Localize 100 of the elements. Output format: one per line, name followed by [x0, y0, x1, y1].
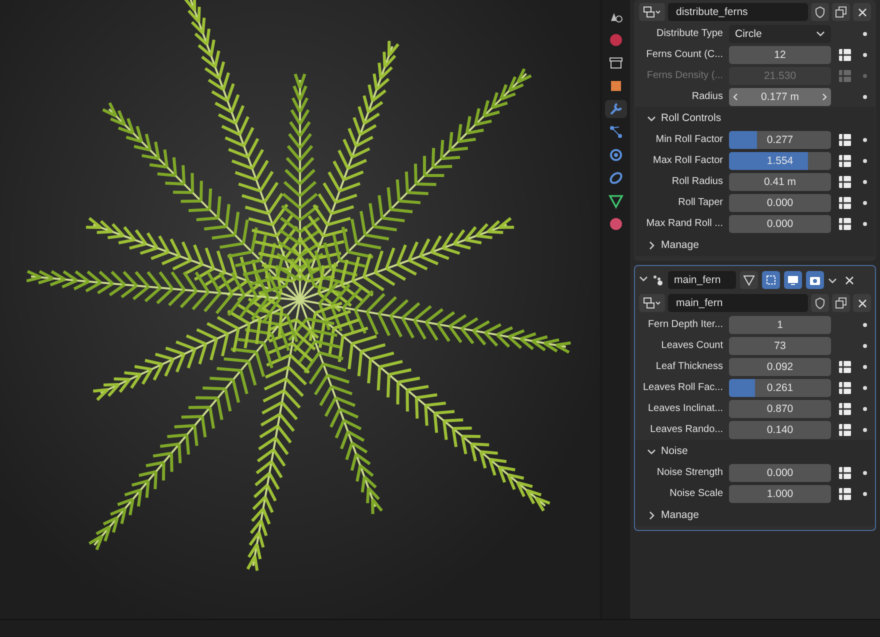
animate-dot-icon[interactable]: [863, 180, 867, 184]
animate-dot-icon[interactable]: [863, 364, 867, 368]
property-label: Noise Strength: [656, 467, 723, 478]
keyframe-grid-icon[interactable]: [838, 360, 852, 374]
property-label: Leaves Roll Fac...: [642, 382, 723, 393]
node-tree-button[interactable]: [639, 3, 665, 21]
fake-user-button[interactable]: [811, 3, 829, 21]
property-label: Min Roll Factor: [654, 134, 723, 145]
animate-dot-icon[interactable]: [863, 52, 867, 56]
arrow-right-icon[interactable]: [822, 92, 827, 100]
keyframe-grid-icon[interactable]: [838, 486, 852, 500]
toggle-button[interactable]: [762, 271, 780, 289]
panel-title[interactable]: Manage: [661, 239, 699, 251]
animate-dot-icon[interactable]: [863, 470, 867, 474]
close-icon: [858, 8, 866, 16]
panel-title[interactable]: Roll Controls: [661, 112, 722, 124]
animate-dot-icon[interactable]: [863, 492, 867, 496]
node-group-field[interactable]: distribute_ferns: [668, 3, 808, 21]
property-label: Ferns Count (C...: [645, 49, 723, 60]
properties-tab[interactable]: [605, 100, 627, 118]
animate-dot-icon[interactable]: [863, 222, 867, 226]
wrench-icon: [608, 101, 624, 117]
property-label: Leaves Rando...: [649, 424, 723, 435]
animate-dot-icon[interactable]: [863, 200, 867, 204]
number-field[interactable]: 0.870: [729, 400, 831, 418]
keyframe-grid-icon[interactable]: [838, 422, 852, 436]
number-field[interactable]: 73: [729, 336, 831, 354]
slider-field[interactable]: 0.277: [729, 130, 831, 148]
property-label: Leaves Inclinat...: [646, 403, 723, 414]
keyframe-grid-icon[interactable]: [838, 132, 852, 146]
node-tree-button[interactable]: [639, 294, 665, 312]
vertex-triangle-icon: [743, 274, 755, 286]
box-icon: [608, 55, 624, 71]
square-icon: [608, 78, 624, 94]
number-field[interactable]: 0.092: [729, 358, 831, 376]
unlink-button[interactable]: [853, 3, 871, 21]
copy-icon: [835, 297, 847, 309]
arrow-left-icon[interactable]: [733, 92, 738, 100]
triangle-icon: [608, 193, 624, 209]
property-label: Distribute Type: [655, 28, 723, 39]
property-label: Roll Taper: [677, 197, 723, 208]
animate-dot-icon[interactable]: [863, 386, 867, 390]
keyframe-grid-icon[interactable]: [838, 216, 852, 230]
panel-title[interactable]: Manage: [661, 509, 699, 521]
edit-mode-icon: [765, 274, 777, 286]
shield-icon: [814, 297, 826, 309]
orbit-icon: [608, 147, 624, 163]
number-field[interactable]: 0.177 m: [729, 88, 831, 106]
number-field[interactable]: 1: [729, 316, 831, 334]
chevron-down-icon: [816, 29, 825, 38]
duplicate-button[interactable]: [832, 294, 850, 312]
node-dots-icon: [652, 274, 664, 286]
property-label: Roll Radius: [670, 176, 723, 187]
close-icon: [858, 298, 866, 308]
keyframe-grid-icon[interactable]: [838, 402, 852, 416]
panel-title[interactable]: Noise: [661, 445, 688, 457]
keyframe-grid-icon[interactable]: [838, 48, 852, 62]
modifier-name-field[interactable]: main_fern: [668, 271, 736, 289]
dropdown-field[interactable]: Circle: [729, 24, 831, 42]
node-tree-icon: [643, 297, 661, 309]
animate-dot-icon[interactable]: [863, 158, 867, 162]
animate-dot-icon[interactable]: [863, 32, 867, 36]
toggle-button[interactable]: [806, 271, 824, 289]
duplicate-button[interactable]: [832, 3, 850, 21]
chevron-right-icon: [647, 240, 656, 250]
number-field[interactable]: 12: [729, 46, 831, 64]
toggle-button[interactable]: [784, 271, 802, 289]
keyframe-grid-icon[interactable]: [838, 196, 852, 210]
property-label: Noise Scale: [668, 488, 723, 499]
animate-dot-icon[interactable]: [863, 138, 867, 142]
number-field[interactable]: 0.41 m: [729, 172, 831, 190]
keyframe-grid-icon[interactable]: [838, 174, 852, 188]
unlink-button[interactable]: [853, 294, 871, 312]
number-field[interactable]: 0.000: [729, 464, 831, 482]
toggle-button[interactable]: [740, 271, 758, 289]
fake-user-button[interactable]: [811, 294, 829, 312]
number-field[interactable]: 1.000: [729, 484, 831, 502]
property-label: Ferns Density (...: [646, 70, 723, 81]
close-icon[interactable]: [845, 276, 854, 284]
keyframe-grid-icon[interactable]: [838, 466, 852, 480]
property-label: Max Rand Roll ...: [645, 218, 723, 229]
number-field[interactable]: 0.140: [729, 420, 831, 438]
keyframe-grid-icon[interactable]: [838, 154, 852, 168]
animate-dot-icon[interactable]: [863, 322, 867, 326]
property-label: Fern Depth Iter...: [646, 319, 723, 330]
node-group-field[interactable]: main_fern: [668, 294, 808, 312]
sphere-icon: [608, 216, 624, 232]
property-label: Leaves Count: [660, 340, 723, 351]
number-field[interactable]: 0.000: [729, 214, 831, 232]
animate-dot-icon[interactable]: [863, 428, 867, 432]
camera-icon: [809, 274, 821, 286]
keyframe-grid-icon[interactable]: [838, 380, 852, 394]
slider-field[interactable]: 1.554: [729, 152, 831, 170]
number-field[interactable]: 0.000: [729, 194, 831, 212]
animate-dot-icon[interactable]: [863, 344, 867, 348]
animate-dot-icon[interactable]: [863, 94, 867, 98]
shield-icon: [814, 6, 826, 18]
node-graph-icon: [608, 124, 624, 140]
animate-dot-icon[interactable]: [863, 406, 867, 410]
slider-field[interactable]: 0.261: [729, 378, 831, 396]
